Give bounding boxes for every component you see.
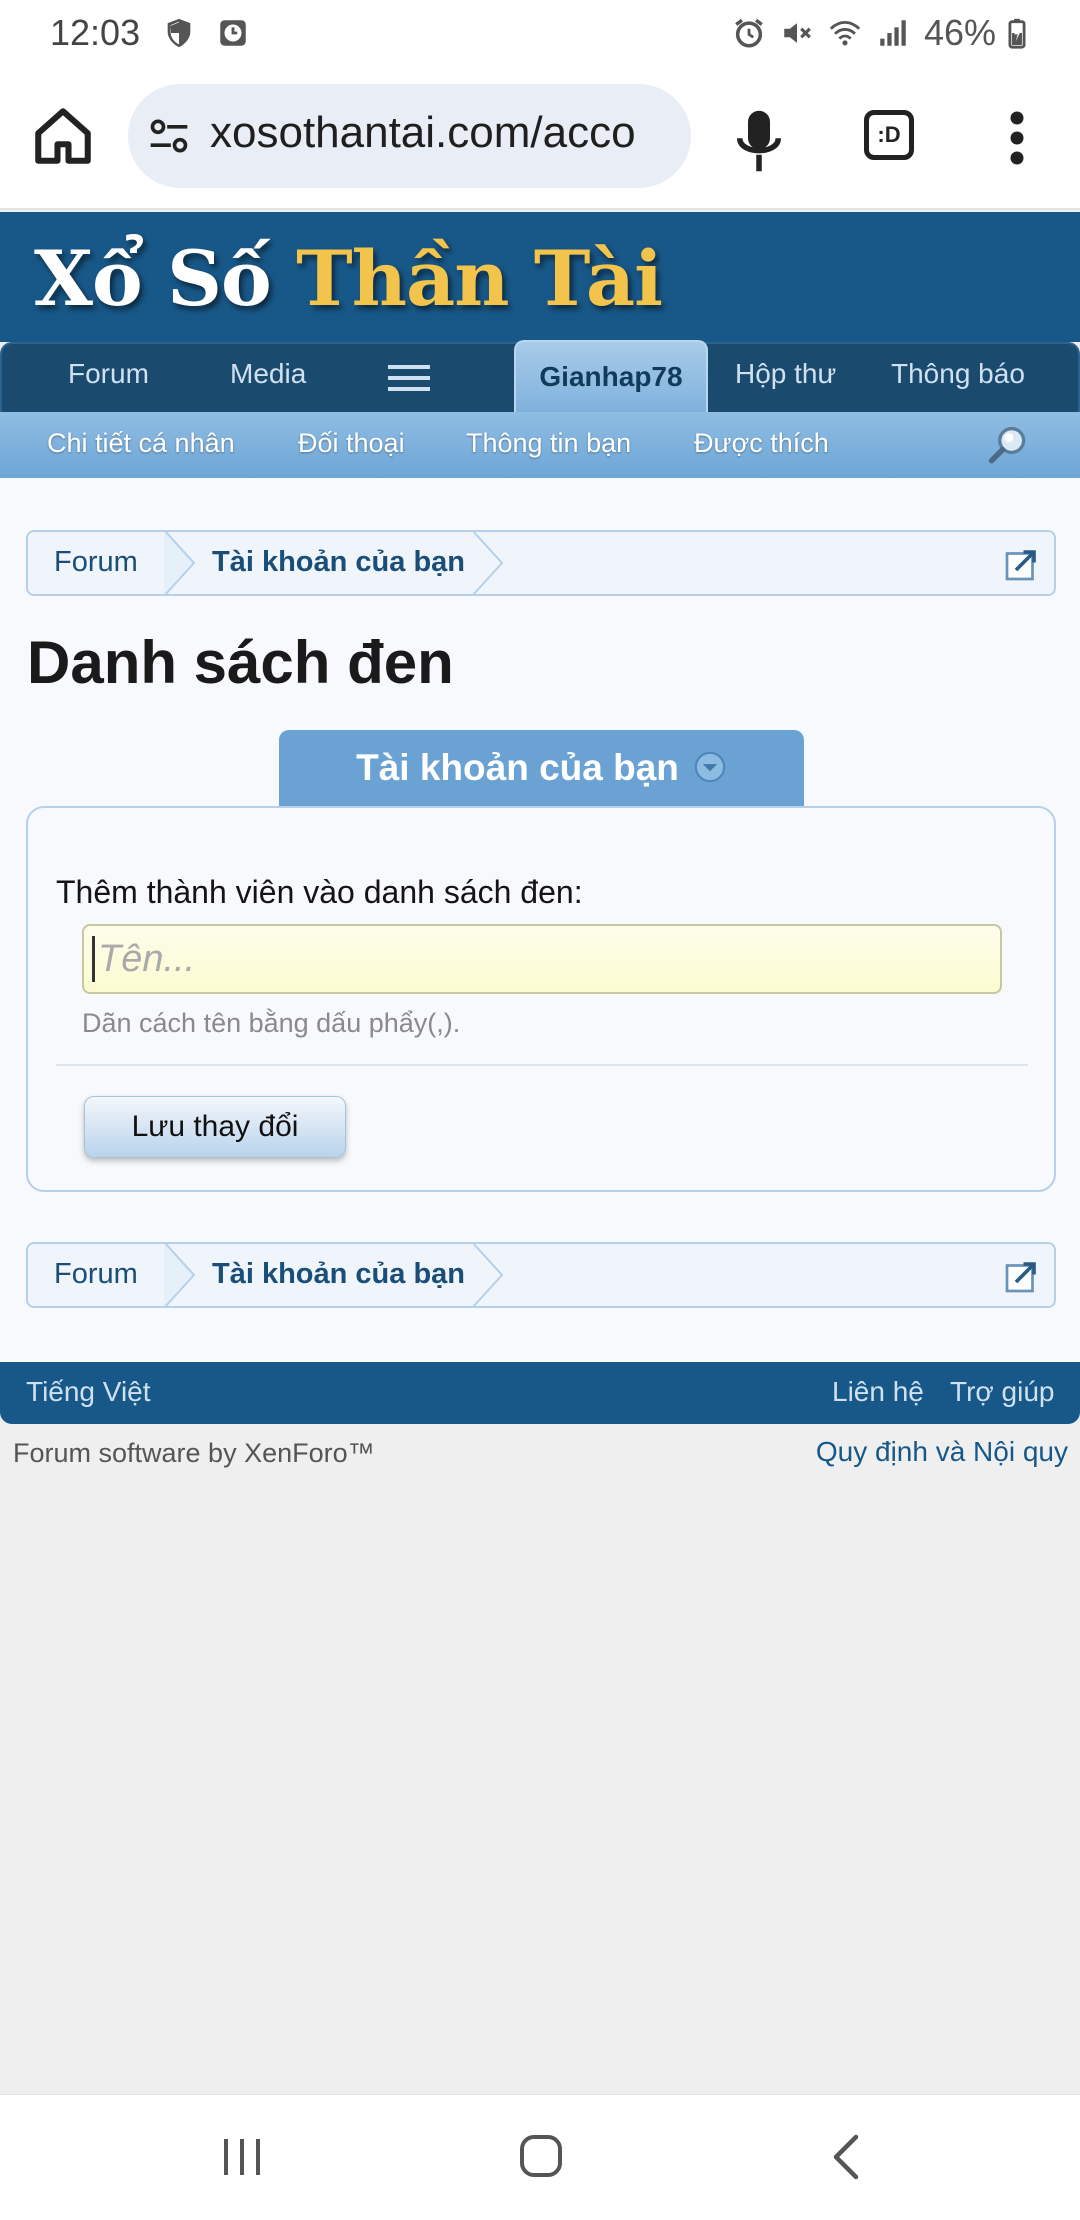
breadcrumb-separator-icon	[163, 1242, 196, 1308]
chevron-down-icon[interactable]	[693, 750, 727, 784]
mic-icon[interactable]	[736, 108, 782, 174]
footer-contact-link[interactable]: Liên hệ	[832, 1376, 924, 1408]
alarm-icon	[735, 18, 763, 48]
nav-user-account[interactable]: Gianhap78	[514, 340, 708, 414]
site-logo[interactable]: Xổ Số Thần Tài	[34, 234, 663, 323]
hamburger-menu-icon[interactable]	[386, 362, 432, 394]
account-tab-label: Tài khoản của bạn	[356, 747, 679, 788]
url-text[interactable]: xosothantai.com/acco	[210, 108, 636, 158]
tab-switcher-icon[interactable]: :D	[864, 110, 914, 160]
search-icon[interactable]	[986, 424, 1030, 468]
subnav-profile[interactable]: Chi tiết cá nhân	[47, 428, 235, 459]
subnav-likes[interactable]: Được thích	[694, 428, 829, 459]
wifi-icon	[829, 20, 861, 46]
jump-to-icon[interactable]	[1004, 1258, 1040, 1294]
nav-forum[interactable]: Forum	[68, 358, 149, 390]
status-bar: 12:03 46%	[0, 0, 1080, 68]
breadcrumb-account[interactable]: Tài khoản của bạn	[212, 546, 465, 579]
main-content: Forum Tài khoản của bạn Danh sách đen Tà…	[0, 478, 1080, 1362]
save-changes-button[interactable]: Lưu thay đổi	[84, 1096, 346, 1158]
jump-to-icon[interactable]	[1004, 546, 1040, 582]
recent-apps-icon[interactable]	[220, 2135, 264, 2179]
copyright-text[interactable]: Forum software by XenForo™	[13, 1438, 375, 1469]
nav-media[interactable]: Media	[230, 358, 306, 390]
back-icon[interactable]	[826, 2133, 866, 2181]
breadcrumb: Forum Tài khoản của bạn	[26, 530, 1056, 596]
field-hint: Dãn cách tên bằng dấu phẩy(,).	[82, 1008, 461, 1038]
breadcrumb-forum[interactable]: Forum	[54, 1258, 138, 1291]
text-cursor	[92, 936, 95, 982]
page-title: Danh sách đen	[27, 629, 454, 696]
main-nav: Forum Media Gianhap78 Hộp thư Thông báo	[0, 340, 1080, 414]
footer-help-link[interactable]: Trợ giúp	[950, 1376, 1054, 1408]
more-vert-icon[interactable]	[1000, 108, 1034, 168]
account-tab-header[interactable]: Tài khoản của bạn	[279, 730, 804, 810]
site-settings-icon[interactable]	[146, 114, 192, 158]
nav-alerts[interactable]: Thông báo	[891, 358, 1025, 390]
battery-icon	[1008, 18, 1026, 49]
breadcrumb-separator-icon	[471, 530, 504, 596]
nav-inbox[interactable]: Hộp thư	[735, 358, 836, 390]
status-time: 12:03	[50, 12, 141, 53]
system-home-icon[interactable]	[518, 2131, 564, 2181]
home-icon[interactable]	[30, 103, 96, 169]
ignore-field-label: Thêm thành viên vào danh sách đen:	[56, 874, 583, 910]
site-header: Xổ Số Thần Tài	[0, 212, 1080, 342]
breadcrumb-separator-icon	[471, 1242, 504, 1308]
breadcrumb-account[interactable]: Tài khoản của bạn	[212, 1258, 465, 1291]
clock-app-icon	[220, 20, 246, 46]
signal-icon	[880, 20, 906, 46]
breadcrumb-forum[interactable]: Forum	[54, 546, 138, 579]
browser-toolbar: xosothantai.com/acco :D	[0, 68, 1080, 210]
battery-percent: 46%	[923, 12, 996, 53]
form-divider	[56, 1064, 1028, 1066]
system-nav-bar	[0, 2094, 1080, 2220]
language-chooser[interactable]: Tiếng Việt	[26, 1376, 151, 1408]
mute-icon	[784, 23, 811, 43]
breadcrumb-bottom: Forum Tài khoản của bạn	[26, 1242, 1056, 1308]
shield-icon	[167, 18, 191, 48]
rules-link[interactable]: Quy định và Nội quy	[816, 1436, 1068, 1468]
subnav-conversations[interactable]: Đối thoại	[298, 428, 405, 459]
account-subnav: Chi tiết cá nhân Đối thoại Thông tin bạn…	[0, 412, 1080, 478]
member-name-input[interactable]	[82, 924, 1002, 994]
address-bar[interactable]: xosothantai.com/acco	[128, 84, 691, 188]
site-footer: Tiếng Việt Liên hệ Trợ giúp	[0, 1362, 1080, 1424]
subnav-news-feed[interactable]: Thông tin bạn	[466, 428, 631, 459]
ignore-form: Thêm thành viên vào danh sách đen: Dãn c…	[26, 806, 1056, 1192]
breadcrumb-separator-icon	[163, 530, 196, 596]
